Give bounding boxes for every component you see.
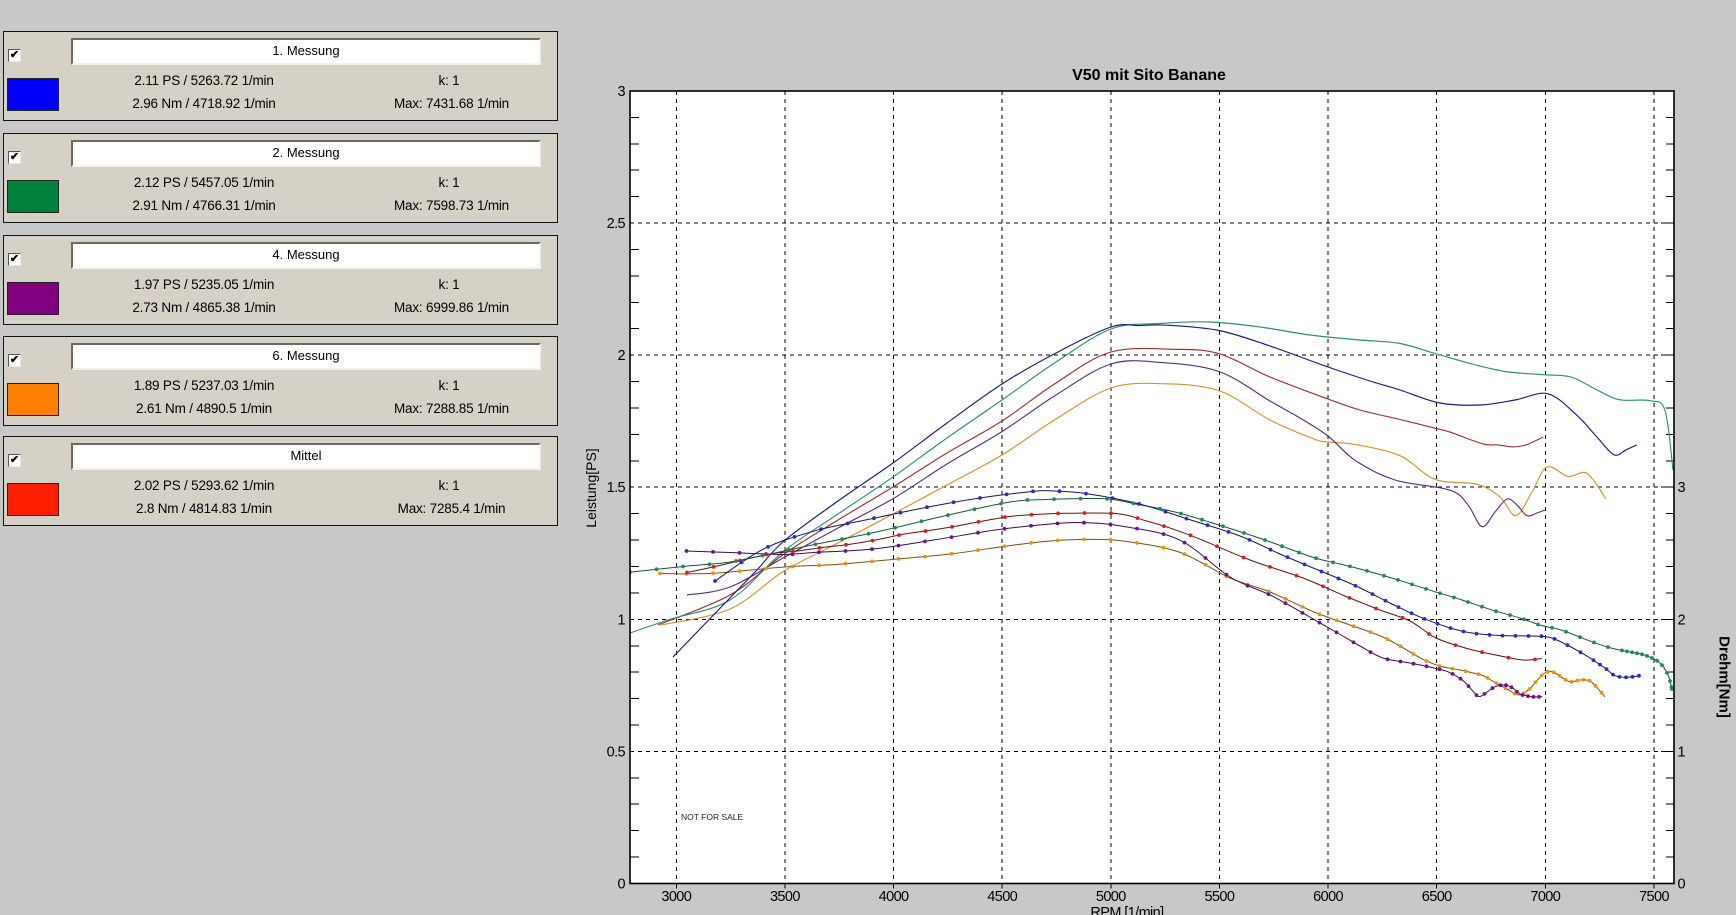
svg-text:4000: 4000 bbox=[879, 889, 909, 905]
svg-text:6000: 6000 bbox=[1313, 889, 1343, 905]
svg-text:0.5: 0.5 bbox=[607, 744, 626, 760]
svg-text:1: 1 bbox=[1678, 744, 1686, 760]
svg-text:2: 2 bbox=[1678, 612, 1686, 628]
svg-text:1: 1 bbox=[618, 612, 626, 628]
svg-text:5500: 5500 bbox=[1204, 889, 1234, 905]
svg-text:5000: 5000 bbox=[1096, 889, 1126, 905]
svg-text:V50 mit Sito Banane: V50 mit Sito Banane bbox=[1072, 67, 1226, 84]
svg-text:3500: 3500 bbox=[770, 889, 800, 905]
svg-text:0: 0 bbox=[1678, 877, 1686, 893]
svg-text:Leistung[PS]: Leistung[PS] bbox=[583, 448, 599, 527]
svg-text:6500: 6500 bbox=[1422, 889, 1452, 905]
svg-text:1.5: 1.5 bbox=[607, 480, 626, 496]
svg-text:2: 2 bbox=[618, 348, 626, 364]
svg-text:3: 3 bbox=[1678, 480, 1686, 496]
svg-text:RPM [1/min]: RPM [1/min] bbox=[1090, 905, 1163, 915]
svg-text:3000: 3000 bbox=[661, 889, 691, 905]
svg-text:7000: 7000 bbox=[1530, 889, 1560, 905]
svg-text:0: 0 bbox=[618, 877, 626, 893]
svg-text:7500: 7500 bbox=[1639, 889, 1669, 905]
svg-text:4500: 4500 bbox=[987, 889, 1017, 905]
svg-text:NOT FOR SALE: NOT FOR SALE bbox=[681, 812, 744, 822]
svg-text:2.5: 2.5 bbox=[607, 216, 626, 232]
svg-text:3: 3 bbox=[618, 84, 626, 100]
svg-text:Drehm[Nm]: Drehm[Nm] bbox=[1716, 636, 1733, 718]
